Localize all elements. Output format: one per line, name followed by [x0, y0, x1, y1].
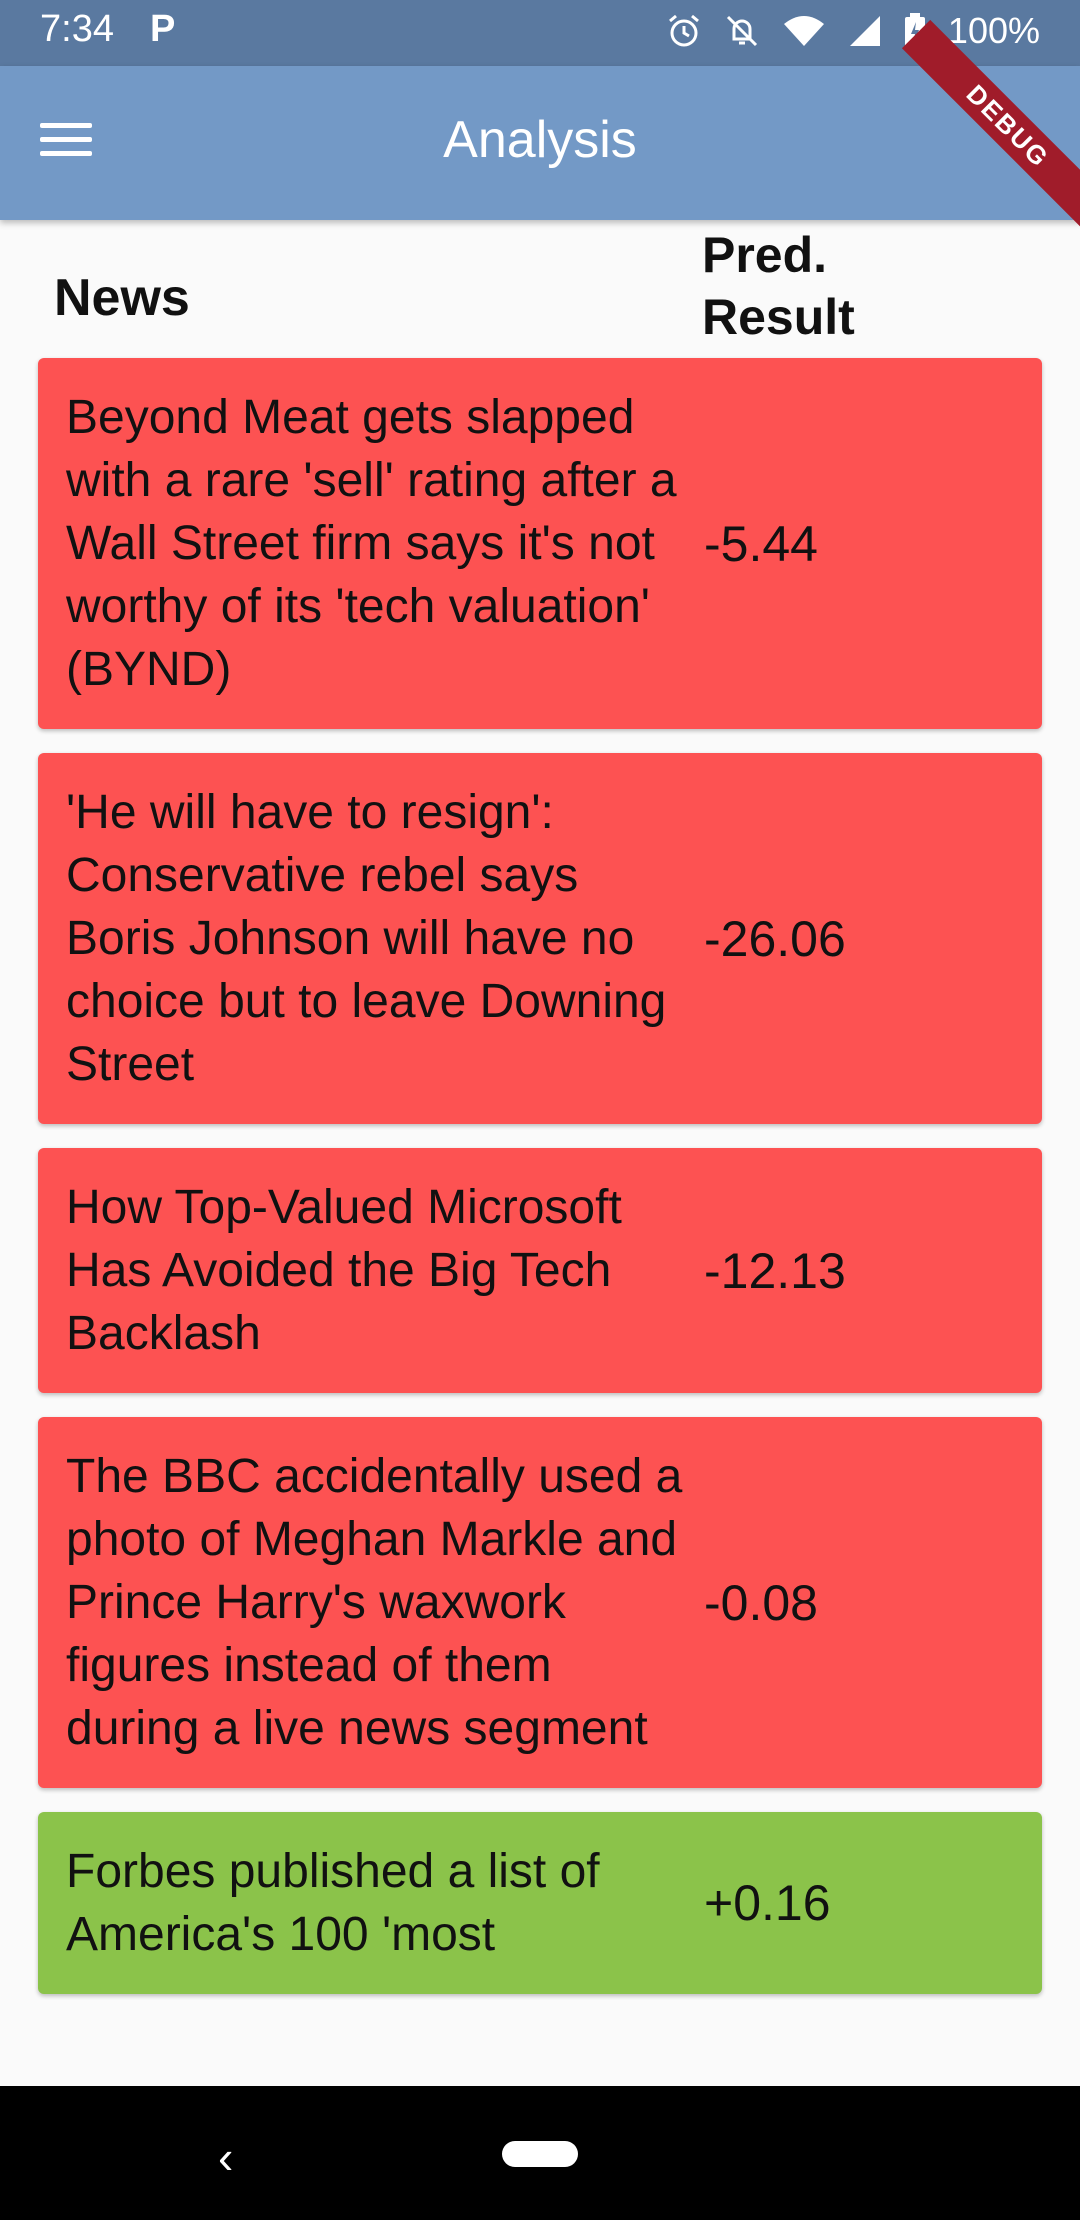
prediction-score: -0.08: [704, 1574, 818, 1631]
notification-app-icon: P: [150, 8, 176, 50]
pred-header-line2: Result: [702, 289, 855, 345]
prediction-score: +0.16: [704, 1875, 831, 1931]
pred-header-line1: Pred.: [702, 227, 828, 283]
news-column-header: News: [54, 269, 190, 327]
news-headline: Beyond Meat gets slapped with a rare 'se…: [66, 391, 677, 696]
news-headline: How Top-Valued Microsoft Has Avoided the…: [66, 1181, 622, 1360]
news-list[interactable]: Beyond Meat gets slapped with a rare 'se…: [38, 358, 1042, 2018]
system-nav-bar: ‹: [0, 2086, 1080, 2220]
news-card[interactable]: How Top-Valued Microsoft Has Avoided the…: [38, 1148, 1042, 1393]
news-card[interactable]: Beyond Meat gets slapped with a rare 'se…: [38, 358, 1042, 729]
prediction-score: -12.13: [704, 1242, 846, 1299]
column-headers: News Pred. Result: [0, 220, 1080, 355]
alarm-icon: [668, 14, 699, 47]
status-time: 7:34: [40, 8, 114, 50]
back-button[interactable]: ‹: [218, 2130, 233, 2184]
battery-percentage: 100%: [947, 10, 1040, 51]
news-card[interactable]: 'He will have to resign': Conservative r…: [38, 753, 1042, 1124]
notifications-off-icon: [726, 15, 757, 47]
app-bar: Analysis DEBUG: [0, 19, 1080, 233]
prediction-score: -5.44: [704, 515, 818, 572]
news-headline: 'He will have to resign': Conservative r…: [66, 786, 667, 1091]
news-card[interactable]: The BBC accidentally used a photo of Meg…: [38, 1417, 1042, 1788]
pred-result-column-header: Pred. Result: [702, 224, 855, 348]
wifi-icon: [783, 16, 824, 46]
back-icon: ‹: [218, 2131, 234, 2183]
news-headline: The BBC accidentally used a photo of Meg…: [66, 1450, 683, 1755]
news-headline: Forbes published a list of America's 100…: [66, 1845, 600, 1961]
news-card[interactable]: Forbes published a list of America's 100…: [38, 1812, 1042, 1994]
prediction-score: -26.06: [704, 910, 846, 967]
page-title: Analysis: [443, 111, 637, 169]
signal-icon: [849, 16, 880, 46]
home-button[interactable]: [502, 2141, 578, 2167]
status-icons: 100%: [666, 10, 1040, 52]
